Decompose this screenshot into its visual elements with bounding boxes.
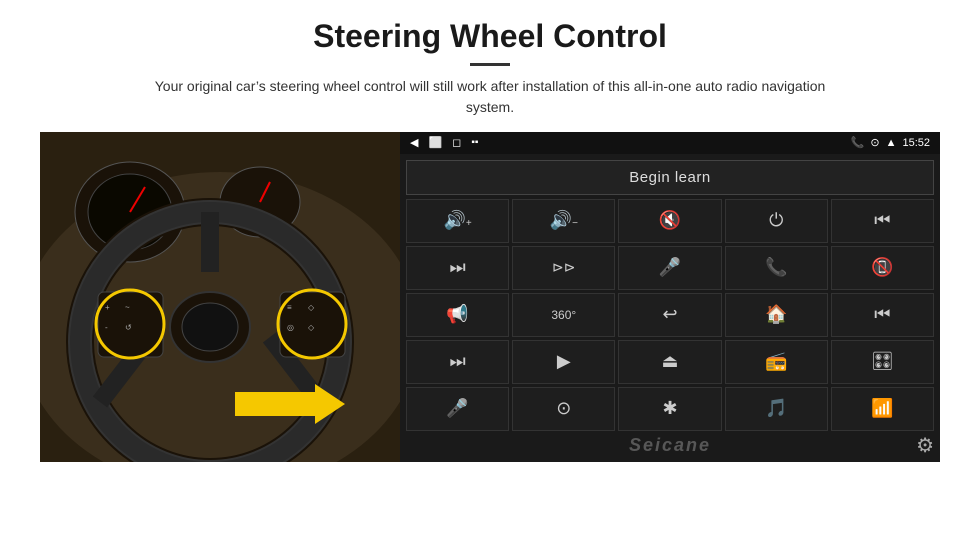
volume-mode-button[interactable]: 📢 [406, 293, 509, 337]
vol-up-button[interactable]: 🔊+ [406, 199, 509, 243]
camera-360-button[interactable]: 360° [512, 293, 615, 337]
home-nav-icon: 🏠 [765, 304, 787, 325]
voice-icon: 🎤 [446, 398, 468, 419]
rewind-icon: ⏮ [874, 304, 890, 325]
svg-text:+: + [105, 303, 110, 312]
equalizer-icon: 🎛 [871, 351, 894, 372]
back-icon[interactable]: ◀ [410, 136, 418, 149]
skip-forward-button[interactable]: ⏭ [406, 340, 509, 384]
wifi-icon: ▲ [886, 137, 897, 149]
icon-grid: 🔊+ 🔊− 🔇 ⏻ ⏮ ⏭ [406, 199, 934, 431]
bluetooth-button[interactable]: ✱ [618, 387, 721, 431]
time-display: 15:52 [902, 137, 930, 149]
statusbar-left: ◀ ⬜ ◻ ▪▪ [410, 136, 478, 149]
svg-text:◇: ◇ [308, 323, 315, 332]
steering-img-bg: + ~ - ↺ ≡ ◇ ◎ ◇ [40, 132, 400, 462]
vol-down-button[interactable]: 🔊− [512, 199, 615, 243]
android-content: Begin learn 🔊+ 🔊− 🔇 ⏻ [400, 154, 940, 437]
music-icon: 🎵 [765, 398, 787, 419]
svg-text:~: ~ [125, 303, 130, 312]
skip-forward-icon: ⏭ [449, 351, 465, 372]
settings-gear-button[interactable]: ⚙ [916, 433, 934, 458]
mic-icon: 🎤 [659, 257, 681, 278]
ff-button[interactable]: ⊳⊳ [512, 246, 615, 290]
title-divider [470, 63, 510, 66]
rewind-button[interactable]: ⏮ [831, 293, 934, 337]
mute-button[interactable]: 🔇 [618, 199, 721, 243]
steering-wheel-svg: + ~ - ↺ ≡ ◇ ◎ ◇ [40, 132, 400, 462]
bluetooth-icon: ✱ [662, 398, 677, 419]
call-button[interactable]: 📞 [725, 246, 828, 290]
begin-learn-button[interactable]: Begin learn [406, 160, 934, 195]
mic-button[interactable]: 🎤 [618, 246, 721, 290]
back-nav-icon: ↩ [662, 304, 677, 325]
svg-text:◎: ◎ [287, 323, 294, 332]
ff-icon: ⊳⊳ [552, 259, 575, 276]
camera-360-icon: 360° [551, 308, 576, 322]
battery-signal-icon: ▪▪ [471, 137, 478, 148]
radio-icon: 📻 [765, 351, 787, 372]
gear-icon: ⚙ [916, 435, 934, 457]
call-icon: 📞 [765, 257, 787, 278]
nav-button[interactable]: ▶ [512, 340, 615, 384]
settings2-icon: ⊙ [556, 398, 571, 419]
end-call-icon: 📵 [871, 257, 893, 278]
svg-text:↺: ↺ [125, 323, 132, 332]
settings2-button[interactable]: ⊙ [512, 387, 615, 431]
equalizer-button[interactable]: 🎛 [831, 340, 934, 384]
nav-icon: ▶ [557, 351, 571, 372]
prev-track-icon: ⏮ [874, 210, 890, 231]
music-button[interactable]: 🎵 [725, 387, 828, 431]
android-bottom-area: Seicane ⚙ [400, 437, 940, 462]
power-icon: ⏻ [769, 210, 783, 231]
power-button[interactable]: ⏻ [725, 199, 828, 243]
signal-icon: 📶 [871, 398, 893, 419]
eject-button[interactable]: ⏏ [618, 340, 721, 384]
location-icon: ⊙ [870, 136, 879, 149]
vol-up-icon: 🔊+ [443, 210, 471, 231]
mute-icon: 🔇 [659, 210, 681, 231]
home-icon[interactable]: ⬜ [428, 136, 442, 149]
voice-button[interactable]: 🎤 [406, 387, 509, 431]
end-call-button[interactable]: 📵 [831, 246, 934, 290]
eject-icon: ⏏ [661, 351, 678, 372]
home-nav-button[interactable]: 🏠 [725, 293, 828, 337]
android-statusbar: ◀ ⬜ ◻ ▪▪ 📞 ⊙ ▲ 15:52 [400, 132, 940, 154]
content-row: + ~ - ↺ ≡ ◇ ◎ ◇ [40, 132, 940, 462]
prev-track-button[interactable]: ⏮ [831, 199, 934, 243]
svg-text:≡: ≡ [287, 303, 292, 312]
vol-down-icon: 🔊− [550, 210, 578, 231]
volume-mode-icon: 📢 [446, 304, 468, 325]
statusbar-right: 📞 ⊙ ▲ 15:52 [851, 136, 930, 149]
page-container: Steering Wheel Control Your original car… [0, 0, 980, 548]
android-screen: ◀ ⬜ ◻ ▪▪ 📞 ⊙ ▲ 15:52 Begin learn [400, 132, 940, 462]
next-track-button[interactable]: ⏭ [406, 246, 509, 290]
page-title: Steering Wheel Control [313, 18, 667, 55]
radio-button[interactable]: 📻 [725, 340, 828, 384]
phone-icon: 📞 [851, 136, 865, 149]
next-track-icon: ⏭ [449, 257, 465, 278]
page-subtitle: Your original car’s steering wheel contr… [140, 76, 840, 118]
signal-button[interactable]: 📶 [831, 387, 934, 431]
steering-wheel-image: + ~ - ↺ ≡ ◇ ◎ ◇ [40, 132, 400, 462]
recents-icon[interactable]: ◻ [452, 136, 461, 149]
svg-text:◇: ◇ [308, 303, 315, 312]
seicane-watermark: Seicane [629, 435, 711, 456]
back-nav-button[interactable]: ↩ [618, 293, 721, 337]
svg-text:-: - [105, 323, 108, 332]
